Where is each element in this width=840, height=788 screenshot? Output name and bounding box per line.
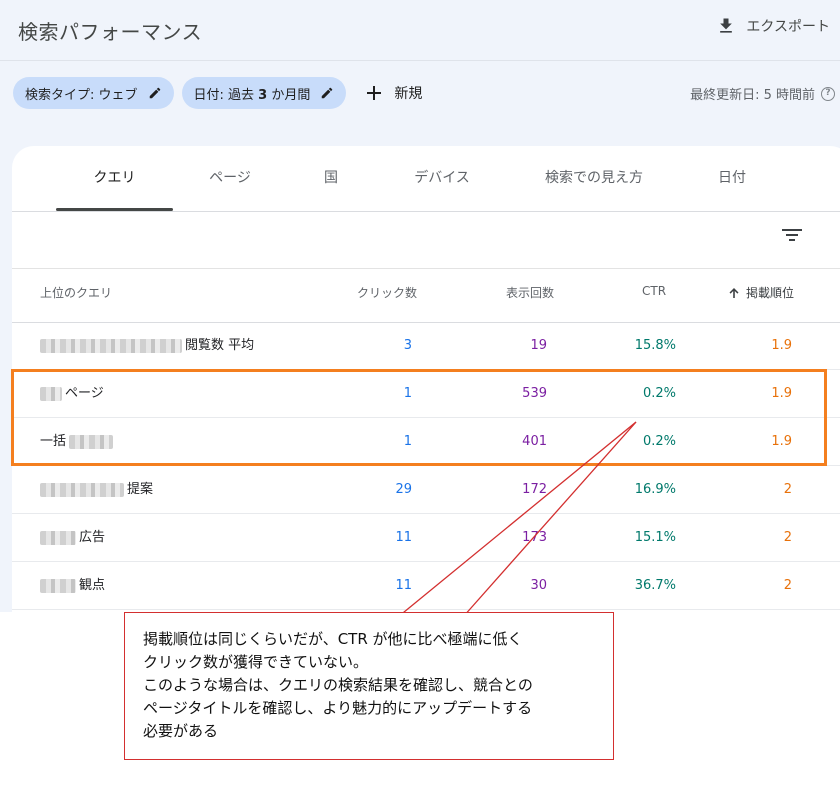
table-row[interactable]: 観点 11 30 36.7% 2: [12, 562, 840, 610]
impressions-cell: 19: [530, 338, 547, 353]
impressions-cell: 173: [522, 530, 547, 545]
redacted-text: [40, 339, 182, 353]
clicks-cell: 11: [395, 578, 412, 593]
clicks-cell: 3: [403, 338, 412, 353]
position-cell: 1.9: [771, 338, 792, 353]
tab-country[interactable]: 国: [308, 146, 354, 212]
ctr-cell: 15.8%: [634, 338, 676, 353]
header-divider: [0, 60, 840, 61]
annotation-line: 掲載順位は同じくらいだが、CTR が他に比べ極端に低く: [143, 630, 523, 648]
ctr-cell: 36.7%: [634, 578, 676, 593]
edit-icon: [322, 87, 333, 99]
date-label: 日付: 過去 3 か月間: [194, 84, 311, 103]
active-tab-indicator: [56, 208, 173, 211]
date-chip[interactable]: 日付: 過去 3 か月間: [181, 77, 347, 109]
query-cell: 観点: [40, 562, 105, 610]
clicks-cell: 11: [395, 530, 412, 545]
position-cell: 2: [783, 482, 792, 497]
new-filter-label: 新規: [394, 86, 423, 102]
tab-date[interactable]: 日付: [702, 146, 762, 212]
filter-list-icon[interactable]: [781, 226, 803, 244]
ctr-cell: 15.1%: [634, 530, 676, 545]
tab-bar: クエリ ページ 国 デバイス 検索での見え方 日付: [12, 146, 840, 212]
tab-page[interactable]: ページ: [188, 146, 272, 212]
ctr-cell: 16.9%: [634, 482, 676, 497]
col-header-impressions[interactable]: 表示回数: [506, 284, 554, 301]
tab-search-appearance[interactable]: 検索での見え方: [524, 146, 664, 212]
tab-device[interactable]: デバイス: [392, 146, 492, 212]
tab-query[interactable]: クエリ: [56, 146, 173, 212]
redacted-text: [40, 579, 76, 593]
annotation-callout: 掲載順位は同じくらいだが、CTR が他に比べ極端に低く クリック数が獲得できてい…: [124, 612, 614, 760]
table-row[interactable]: 提案 29 172 16.9% 2: [12, 466, 840, 514]
last-updated-text: 最終更新日: 5 時間前: [690, 88, 815, 103]
table-top-divider: [12, 268, 840, 269]
col-header-clicks[interactable]: クリック数: [357, 284, 417, 301]
clicks-cell: 29: [395, 482, 412, 497]
table-row[interactable]: 広告 11 173 15.1% 2: [12, 514, 840, 562]
edit-icon: [149, 87, 160, 99]
col-header-position-label: 掲載順位: [746, 286, 795, 300]
col-header-position[interactable]: 掲載順位: [728, 284, 794, 301]
position-cell: 2: [783, 578, 792, 593]
filter-bar: 検索タイプ: ウェブ 日付: 過去 3 か月間 新規: [13, 77, 422, 109]
query-text: 広告: [79, 530, 106, 545]
redacted-text: [40, 483, 124, 497]
col-header-ctr[interactable]: CTR: [642, 284, 666, 298]
annotation-line: このような場合は、クエリの検索結果を確認し、競合との: [143, 676, 533, 694]
position-cell: 2: [783, 530, 792, 545]
highlight-box: [11, 369, 827, 466]
export-label: エクスポート: [746, 19, 830, 35]
annotation-line: ページタイトルを確認し、より魅力的にアップデートする: [143, 699, 533, 717]
download-icon: [720, 18, 733, 33]
arrow-up-icon: [729, 287, 739, 298]
page-title: 検索パフォーマンス: [18, 20, 203, 44]
help-icon[interactable]: ?: [821, 86, 835, 101]
query-cell: 広告: [40, 514, 105, 562]
new-filter-button[interactable]: 新規: [366, 83, 422, 103]
impressions-cell: 172: [522, 482, 547, 497]
query-text: 閲覧数 平均: [185, 338, 255, 353]
search-type-label: 検索タイプ: ウェブ: [25, 87, 138, 103]
query-cell: 提案: [40, 466, 153, 514]
col-header-query[interactable]: 上位のクエリ: [40, 284, 112, 301]
query-text: 提案: [127, 482, 154, 497]
search-type-chip[interactable]: 検索タイプ: ウェブ: [13, 77, 174, 109]
redacted-text: [40, 531, 76, 545]
date-prefix: 日付: 過去: [193, 87, 255, 103]
table-row[interactable]: 閲覧数 平均 3 19 15.8% 1.9: [12, 322, 840, 370]
annotation-line: クリック数が獲得できていない。: [143, 653, 369, 671]
query-cell: 閲覧数 平均: [40, 322, 254, 370]
annotation-line: 必要がある: [143, 722, 219, 740]
export-button[interactable]: エクスポート: [716, 16, 830, 36]
last-updated: 最終更新日: 5 時間前 ?: [690, 84, 835, 103]
plus-icon: [367, 86, 382, 100]
date-suffix: か月間: [271, 87, 311, 103]
impressions-cell: 30: [530, 578, 547, 593]
date-value: 3: [258, 87, 268, 103]
query-text: 観点: [79, 578, 106, 593]
